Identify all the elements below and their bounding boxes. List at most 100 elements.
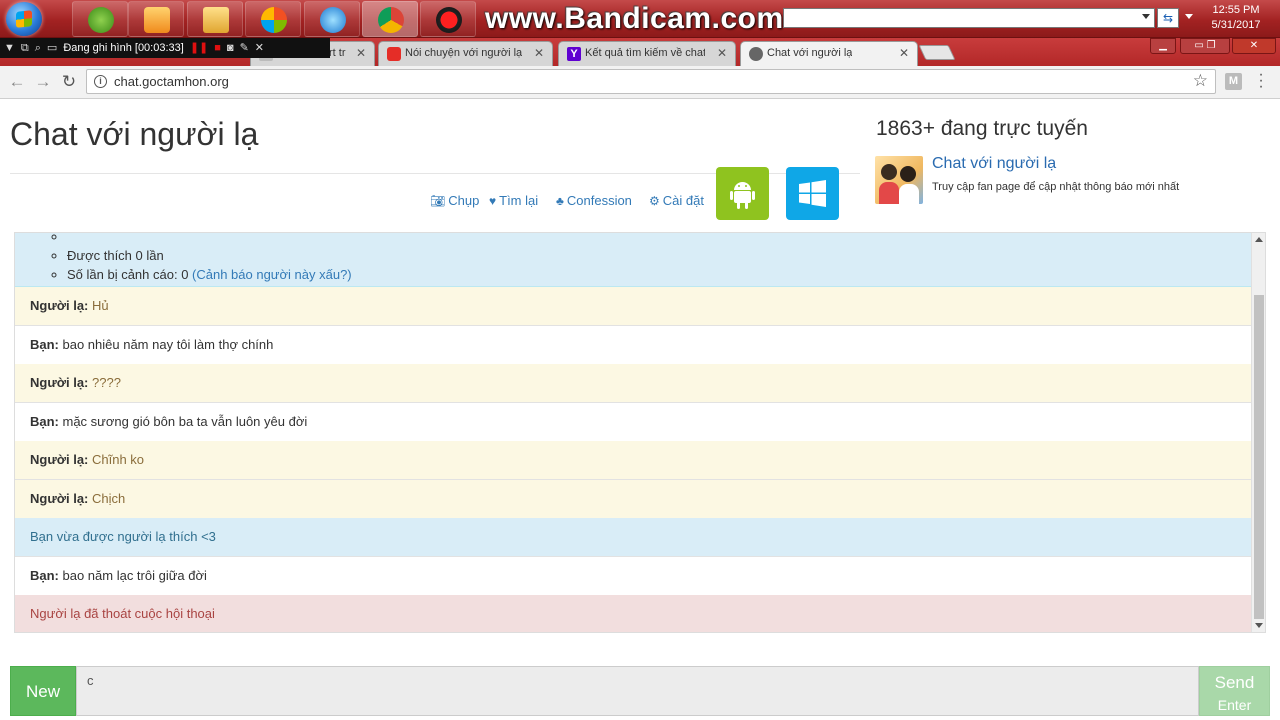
chevron-down-icon[interactable]	[1142, 14, 1150, 19]
taskbar-app-chrome[interactable]	[362, 1, 418, 37]
chat-bubble-icon	[749, 47, 763, 61]
forward-arrow-icon[interactable]: →	[32, 71, 54, 93]
new-chat-button[interactable]: New	[10, 666, 76, 716]
close-icon[interactable]: ✕	[717, 42, 727, 65]
restore-button[interactable]: ▭ ❐	[1180, 38, 1230, 54]
tab-title: Chat với người lạ	[767, 47, 853, 59]
start-button[interactable]	[6, 2, 42, 36]
pen-icon[interactable]: ✎	[240, 38, 249, 58]
message-sender: Người lạ:	[30, 452, 89, 467]
close-icon[interactable]: ✕	[356, 42, 366, 65]
clock-time: 12:55 PM	[1212, 4, 1260, 16]
message-text: mặc sương gió bôn ba ta vẫn luôn yêu đời	[58, 414, 308, 429]
stranger-stats: Được thích 0 lần Số lần bị cảnh cáo: 0 (…	[67, 233, 352, 284]
capture-label: Chụp	[448, 193, 480, 208]
tab-3-active[interactable]: Chat với người lạ ✕	[740, 41, 918, 66]
menu-dots-icon[interactable]: · · ·	[1256, 67, 1266, 95]
message-row: Người lạ: Chĩnh ko	[15, 441, 1251, 480]
url-text[interactable]: chat.goctamhon.org	[114, 74, 229, 89]
android-app-button[interactable]	[716, 167, 769, 220]
message-row: Người lạ: Hủ	[15, 287, 1251, 326]
zoom-icon[interactable]: ⌕	[35, 38, 41, 58]
taskbar-app-bandicam[interactable]	[420, 1, 476, 37]
scroll-up-icon[interactable]	[1255, 237, 1263, 242]
recorder-toolbar[interactable]: ▼ ⧉ ⌕ ▭ Đang ghi hình [00:03:33] ❚❚ ■ ◙ …	[0, 38, 330, 58]
message-row: Người lạ: Chịch	[15, 480, 1251, 519]
taskbar-app-ie[interactable]	[304, 1, 360, 37]
message-text: Người lạ đã thoát cuộc hội thoại	[30, 606, 215, 621]
avatar-part	[879, 182, 899, 204]
folder-icon	[203, 7, 229, 33]
star-icon[interactable]: ☆	[1193, 71, 1208, 91]
settings-link[interactable]: ⚙ Cài đặt	[649, 193, 704, 208]
menu-down-icon[interactable]: ▼	[4, 38, 15, 58]
recording-status: Đang ghi hình [00:03:33]	[63, 42, 184, 54]
close-icon[interactable]: ✕	[255, 38, 264, 58]
message-sender: Người lạ:	[30, 491, 89, 506]
android-icon	[730, 182, 755, 209]
message-row: Bạn: bao nhiêu năm nay tôi làm thợ chính	[15, 326, 1251, 365]
utorrent-icon	[88, 7, 114, 33]
message-text: bao nhiêu năm nay tôi làm thợ chính	[58, 337, 274, 352]
tab-1[interactable]: Nói chuyện với người lạ ✕	[378, 41, 553, 66]
message-sender: Người lạ:	[30, 375, 89, 390]
tab-title: Nói chuyện với người lạ	[405, 47, 523, 59]
find-again-link[interactable]: ♥ Tìm lại	[489, 193, 538, 208]
stat-liked: Được thích 0 lần	[67, 246, 352, 265]
new-tab-button[interactable]	[918, 45, 956, 60]
report-stranger-link[interactable]: (Cảnh báo người này xấu?)	[192, 267, 352, 282]
extension-icon[interactable]: M	[1225, 73, 1242, 90]
bandicam-watermark: www.Bandicam.com	[485, 2, 784, 35]
back-arrow-icon[interactable]: ←	[6, 71, 28, 93]
close-icon[interactable]: ✕	[534, 42, 544, 65]
pause-icon[interactable]: ❚❚	[190, 38, 208, 58]
system-clock[interactable]: 12:55 PM 5/31/2017	[1205, 3, 1267, 33]
screen-icon[interactable]: ▭	[47, 38, 57, 58]
close-window-button[interactable]: ✕	[1232, 38, 1276, 54]
chat-log[interactable]: Được thích 0 lần Số lần bị cảnh cáo: 0 (…	[14, 232, 1266, 633]
scroll-down-icon[interactable]	[1255, 623, 1263, 628]
windows-taskbar: www.Bandicam.com ⇆ 12:55 PM 5/31/2017	[0, 0, 1280, 38]
send-button[interactable]: Send Enter	[1199, 666, 1270, 716]
send-hint: Enter	[1217, 696, 1252, 713]
warned-text: Số lần bị cảnh cáo: 0	[67, 267, 193, 282]
tab-2[interactable]: Y Kết quả tìm kiếm về chat ✕	[558, 41, 736, 66]
windows-app-button[interactable]	[786, 167, 839, 220]
message-row: Người lạ: ????	[15, 364, 1251, 403]
message-sender: Bạn:	[30, 568, 59, 583]
message-sender: Bạn:	[30, 414, 59, 429]
stat-hidden-line	[67, 233, 352, 246]
taskbar-address-box[interactable]	[783, 8, 1155, 28]
confession-link[interactable]: ♣ Confession	[556, 193, 632, 208]
settings-label: Cài đặt	[662, 193, 704, 208]
send-label: Send	[1214, 672, 1255, 692]
scroll-thumb[interactable]	[1254, 295, 1264, 619]
message-input[interactable]: c	[76, 666, 1199, 716]
media-player-icon	[144, 7, 170, 33]
taskbar-app-media-player[interactable]	[128, 1, 184, 37]
keyboard-lang-icon[interactable]: ⇆	[1157, 8, 1179, 28]
reload-icon[interactable]: ↻	[58, 71, 80, 93]
fanpage-avatar[interactable]	[875, 156, 923, 204]
taskbar-app-explorer[interactable]	[187, 1, 243, 37]
stop-icon[interactable]: ■	[214, 38, 221, 58]
conversation-ended-row: Người lạ đã thoát cuộc hội thoại	[15, 595, 1251, 632]
system-notice-row: Bạn vừa được người lạ thích <3	[15, 518, 1251, 557]
tray-expand-icon[interactable]	[1185, 14, 1193, 19]
taskbar-app-utorrent[interactable]	[72, 1, 128, 37]
message-sender: Người lạ:	[30, 298, 89, 313]
info-icon[interactable]: i	[94, 75, 107, 88]
taskbar-app-media-center[interactable]	[245, 1, 301, 37]
camera-icon[interactable]: ◙	[227, 38, 234, 58]
chat-scrollbar[interactable]	[1251, 233, 1265, 632]
close-icon[interactable]: ✕	[899, 42, 909, 65]
online-count: 1863+ đang trực tuyến	[876, 117, 1088, 140]
windows-media-icon	[261, 7, 287, 33]
capture-link[interactable]: 📷︎ Chụp	[430, 193, 479, 208]
message-text: bao năm lạc trôi giữa đời	[58, 568, 207, 583]
window-icon[interactable]: ⧉	[21, 38, 29, 58]
fanpage-link[interactable]: Chat với người lạ	[932, 155, 1056, 173]
address-bar[interactable]: i chat.goctamhon.org ☆	[86, 69, 1216, 94]
minimize-button[interactable]: ▁	[1150, 38, 1176, 54]
composer: New c Send Enter	[10, 666, 1270, 716]
